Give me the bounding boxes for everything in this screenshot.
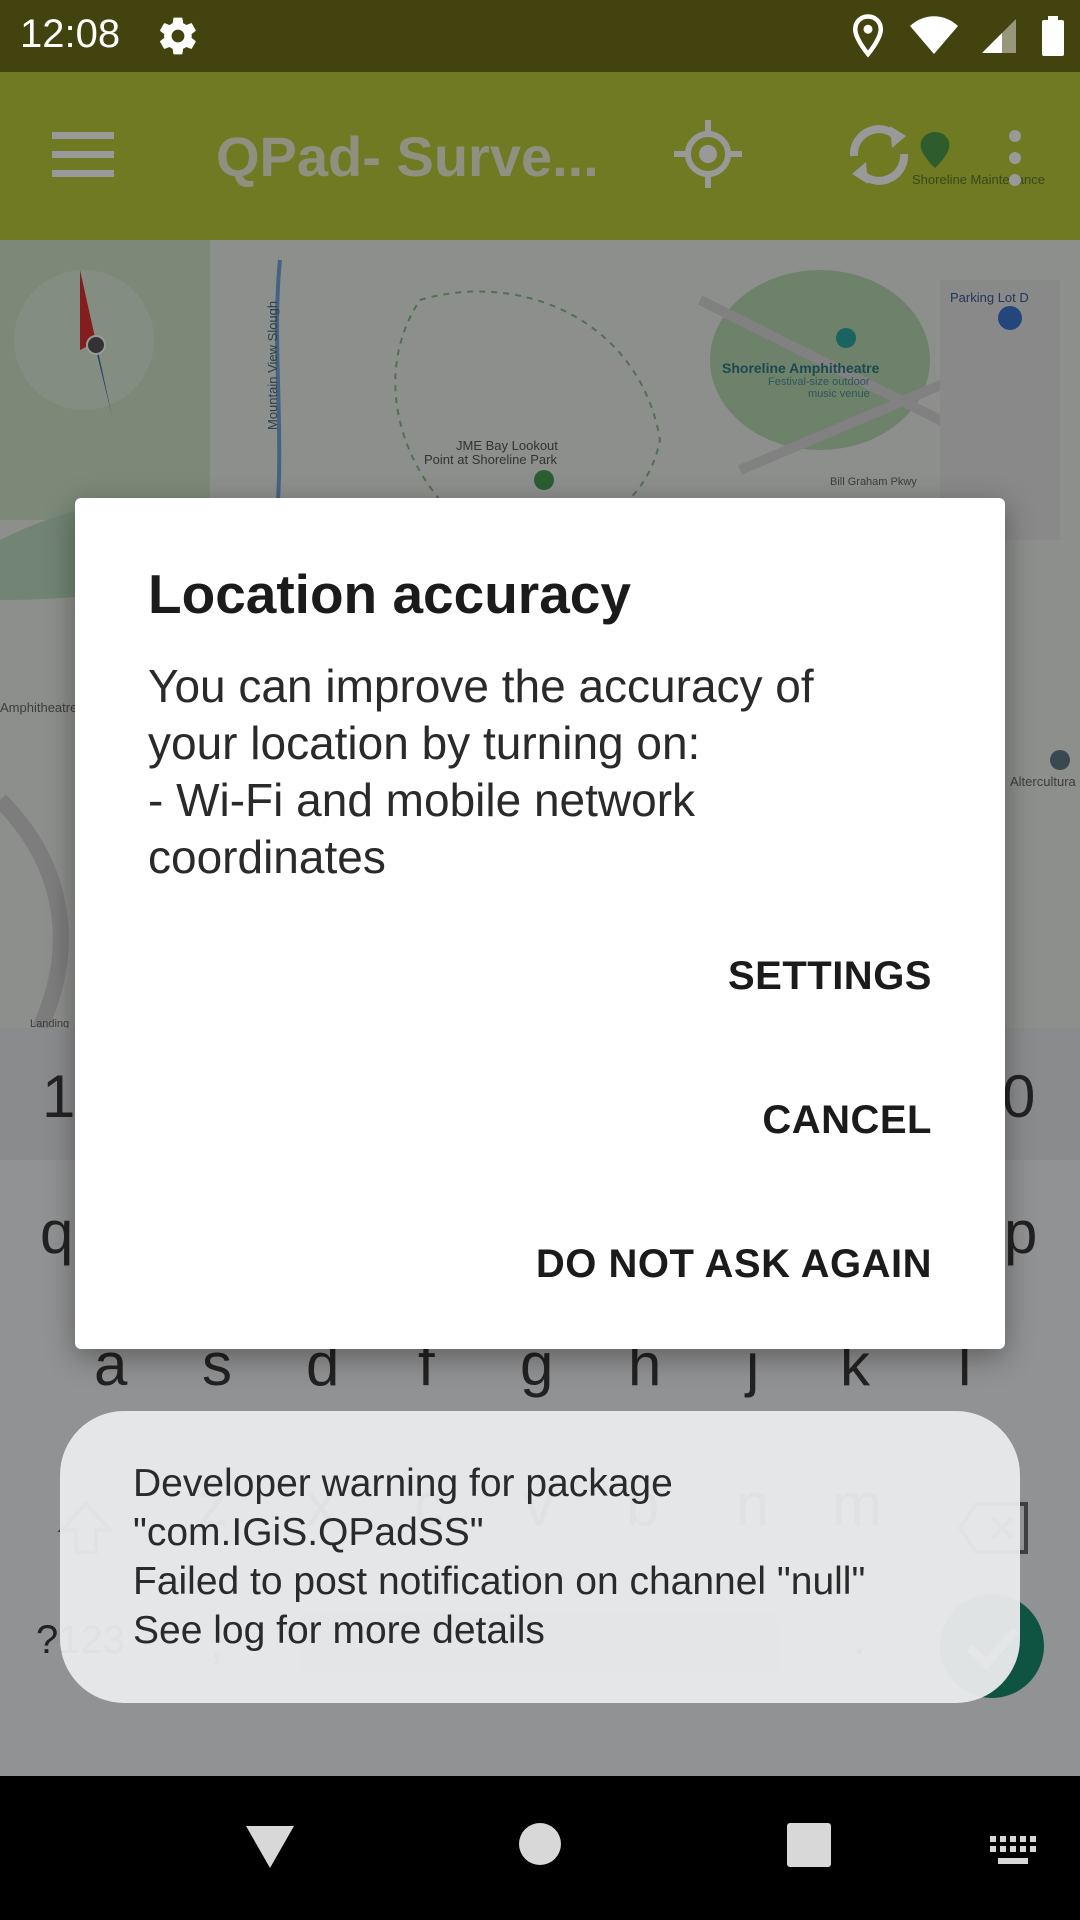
dialog-message: You can improve the accuracy of your loc… xyxy=(148,660,814,883)
settings-gear-icon xyxy=(160,17,196,55)
home-icon[interactable] xyxy=(518,1822,562,1866)
wifi-icon xyxy=(910,16,958,54)
location-accuracy-dialog: Location accuracy You can improve the ac… xyxy=(75,498,1005,1349)
toast-message: Developer warning for package "com.IGiS.… xyxy=(133,1462,866,1652)
recents-icon[interactable] xyxy=(786,1822,832,1868)
cancel-button[interactable]: CANCEL xyxy=(762,1098,932,1143)
navigation-bar xyxy=(0,1776,1080,1920)
back-icon[interactable] xyxy=(244,1822,296,1872)
status-bar: 12:08 xyxy=(0,0,1080,72)
status-time: 12:08 xyxy=(20,12,121,56)
keyboard-switch-icon[interactable] xyxy=(988,1834,1038,1868)
settings-button[interactable]: SETTINGS xyxy=(728,954,932,999)
do-not-ask-again-button[interactable]: DO NOT ASK AGAIN xyxy=(536,1242,932,1287)
battery-icon xyxy=(1042,16,1064,56)
dialog-title: Location accuracy xyxy=(148,563,631,625)
developer-warning-toast: Developer warning for package "com.IGiS.… xyxy=(60,1411,1020,1703)
signal-icon xyxy=(982,19,1016,53)
location-icon xyxy=(852,14,884,58)
